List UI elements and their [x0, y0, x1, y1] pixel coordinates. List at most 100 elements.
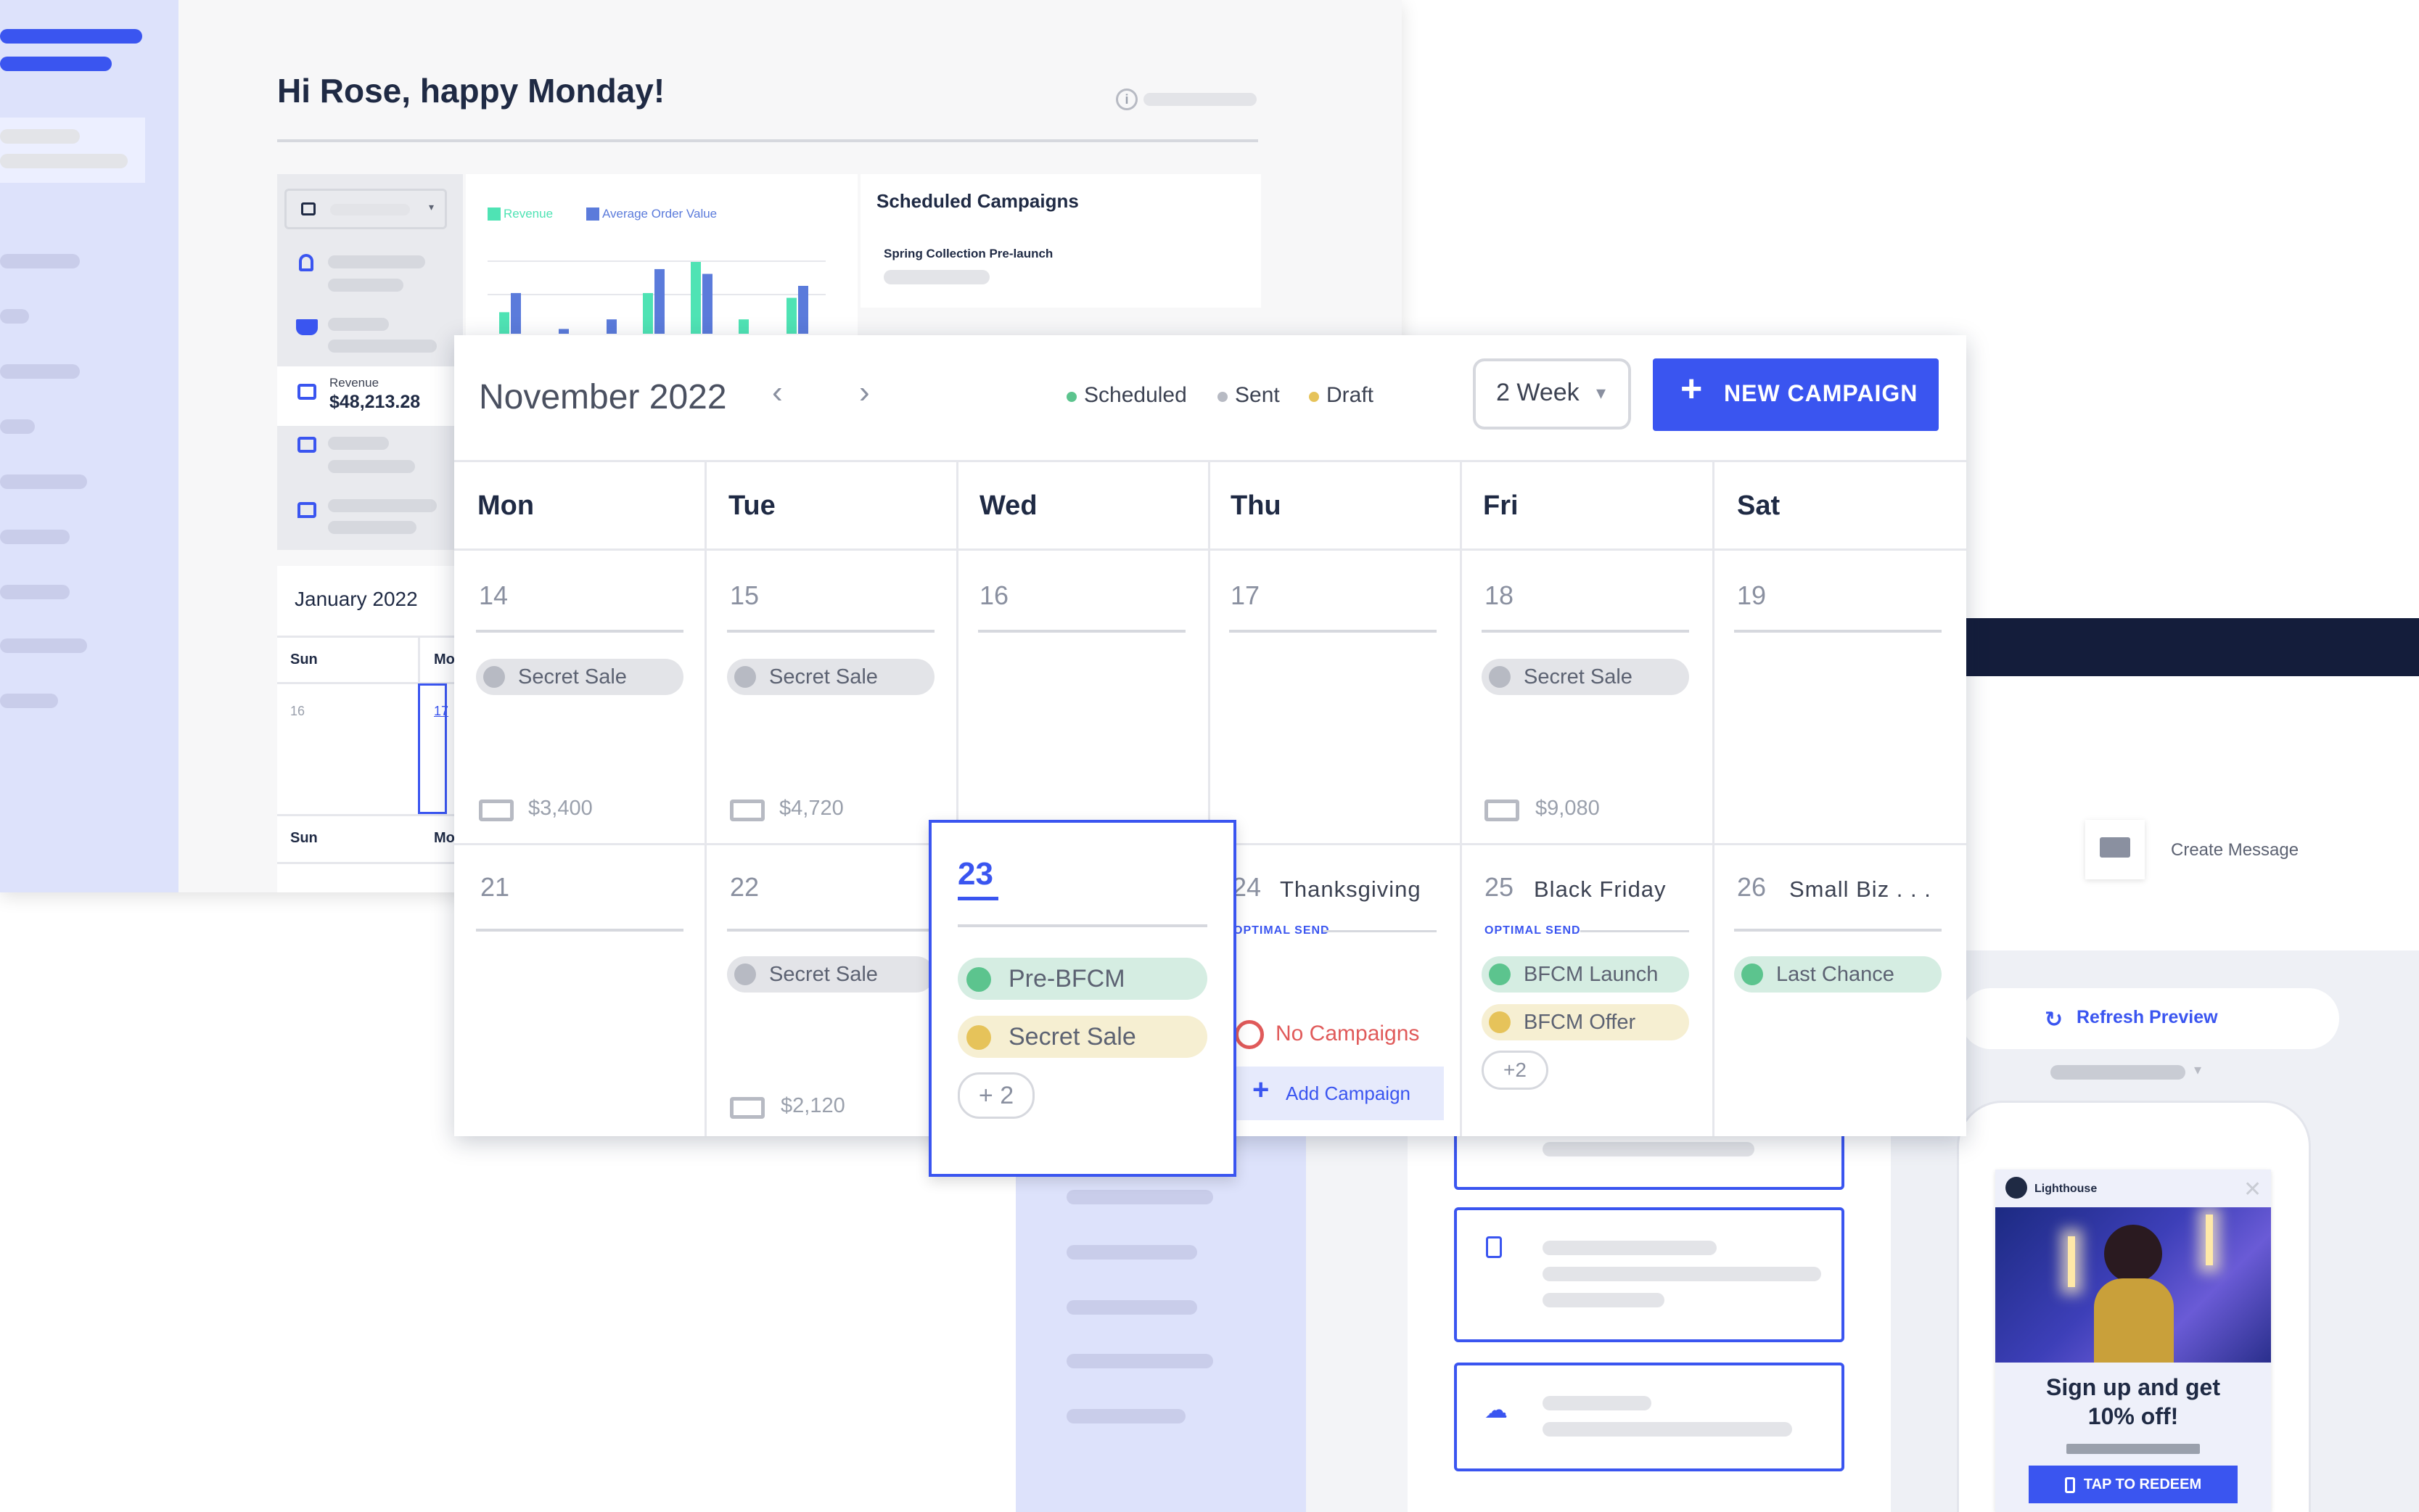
device-select[interactable]: [2050, 1065, 2185, 1080]
campaign-pill-scheduled[interactable]: BFCM Launch: [1482, 956, 1689, 993]
refresh-preview-label[interactable]: Refresh Preview: [2077, 1007, 2218, 1028]
day-number[interactable]: 15: [730, 580, 759, 611]
campaign-label: Secret Sale: [769, 963, 878, 986]
date-range-select[interactable]: ▾: [284, 189, 447, 229]
campaign-pill-sent[interactable]: Secret Sale: [727, 659, 935, 695]
basket-icon: [296, 319, 318, 335]
day-header-mon: Mon: [477, 490, 535, 521]
legend-draft: Draft: [1326, 383, 1374, 407]
day-number[interactable]: 24: [1232, 872, 1261, 903]
more-campaigns-badge[interactable]: +2: [1482, 1051, 1548, 1090]
calendar-icon: [301, 202, 316, 215]
campaign-label: BFCM Offer: [1524, 1011, 1636, 1034]
campaign-pill-sent[interactable]: Secret Sale: [1482, 659, 1689, 695]
day-number[interactable]: 19: [1737, 580, 1766, 611]
sidebar-item[interactable]: [1067, 1300, 1197, 1315]
chevron-down-icon[interactable]: ▾: [1596, 382, 1606, 404]
person-body: [2094, 1278, 2174, 1363]
day-number[interactable]: 16: [979, 580, 1009, 611]
cash-icon: [297, 384, 316, 400]
sidebar-item[interactable]: [0, 694, 58, 708]
mini-calendar-title: January 2022: [295, 588, 418, 610]
day-number[interactable]: 22: [730, 872, 759, 903]
scheduled-campaign-item[interactable]: Spring Collection Pre-launch: [884, 247, 1053, 261]
bar-revenue: [499, 312, 509, 334]
info-icon[interactable]: i: [1116, 89, 1138, 110]
day-header-thu: Thu: [1231, 490, 1281, 521]
revenue-bar-chart: [488, 260, 826, 334]
new-campaign-label[interactable]: NEW CAMPAIGN: [1724, 380, 1918, 407]
sidebar-item[interactable]: [1067, 1190, 1213, 1204]
campaign-pill-sent[interactable]: Secret Sale: [727, 956, 935, 993]
campaign-label: BFCM Launch: [1524, 963, 1659, 986]
selected-day-underline: [958, 897, 998, 900]
selected-day-number[interactable]: 23: [958, 856, 993, 892]
bar-revenue: [787, 297, 797, 334]
sidebar-item[interactable]: [0, 638, 87, 653]
more-campaigns-badge[interactable]: + 2: [958, 1072, 1035, 1119]
day-number[interactable]: 18: [1484, 580, 1514, 611]
bar-aov: [559, 329, 569, 334]
campaign-pill-sent[interactable]: Secret Sale: [476, 659, 683, 695]
plus-icon[interactable]: +: [1680, 370, 1702, 408]
campaign-label: Secret Sale: [518, 665, 627, 689]
sparkler-right: [2206, 1215, 2213, 1265]
add-campaign-label[interactable]: Add Campaign: [1286, 1082, 1410, 1105]
grid-line: [1460, 460, 1462, 1136]
day-number[interactable]: 21: [480, 872, 509, 903]
mini-calendar-date[interactable]: 17: [434, 704, 448, 719]
chevron-left-icon[interactable]: ‹: [772, 374, 783, 411]
campaign-label: Last Chance: [1776, 963, 1894, 986]
sidebar-item[interactable]: [0, 474, 87, 489]
divider: [958, 924, 1207, 927]
bar-revenue: [643, 292, 653, 334]
sidebar-item[interactable]: [1067, 1354, 1213, 1368]
grid-line: [454, 460, 1966, 462]
mini-calendar-day: Mo: [434, 652, 455, 667]
close-icon[interactable]: ✕: [2243, 1177, 2262, 1202]
day-number[interactable]: 25: [1484, 872, 1514, 903]
flow-step-card[interactable]: [1454, 1207, 1844, 1342]
sidebar-item[interactable]: [0, 254, 80, 268]
dashboard-sidebar: [0, 0, 178, 892]
bar-aov: [702, 274, 712, 334]
sidebar-item[interactable]: [1067, 1409, 1186, 1423]
legend-dot-sent: [1217, 392, 1228, 402]
mini-calendar-date[interactable]: 16: [290, 704, 305, 719]
brand-logo-icon: [2005, 1177, 2027, 1199]
day-number[interactable]: 14: [479, 580, 508, 611]
create-message-button[interactable]: [2085, 820, 2145, 879]
legend-dot-draft: [1309, 392, 1319, 402]
chevron-down-icon[interactable]: ▾: [2194, 1061, 2201, 1079]
day-number[interactable]: 26: [1737, 872, 1766, 903]
sidebar-item[interactable]: [0, 419, 35, 434]
redeem-button[interactable]: TAP TO REDEEM: [2029, 1466, 2238, 1503]
create-message-label[interactable]: Create Message: [2171, 840, 2299, 860]
divider: [277, 139, 1258, 142]
flow-step-card[interactable]: ☁: [1454, 1363, 1844, 1471]
campaign-label: Secret Sale: [769, 665, 878, 689]
campaign-pill-scheduled[interactable]: Last Chance: [1734, 956, 1942, 993]
holiday-title: Black Friday: [1534, 876, 1667, 902]
placeholder-text: [884, 270, 990, 284]
no-campaigns-icon: [1235, 1020, 1264, 1049]
campaign-pill-draft[interactable]: Secret Sale: [958, 1016, 1207, 1058]
campaign-pill-scheduled[interactable]: Pre-BFCM: [958, 958, 1207, 1000]
sidebar-active-item[interactable]: [0, 118, 145, 183]
day-number[interactable]: 17: [1231, 580, 1260, 611]
campaign-pill-draft[interactable]: BFCM Offer: [1482, 1004, 1689, 1040]
plus-icon[interactable]: +: [1252, 1074, 1269, 1106]
sidebar-item[interactable]: [1067, 1245, 1197, 1260]
sidebar-item[interactable]: [0, 585, 70, 599]
legend-scheduled: Scheduled: [1084, 383, 1187, 407]
sidebar-item[interactable]: [0, 364, 80, 379]
campaign-label: Pre-BFCM: [1009, 965, 1125, 993]
sidebar-item[interactable]: [0, 530, 70, 544]
optimal-send-label: OPTIMAL SEND: [1233, 924, 1330, 937]
cash-icon: [297, 437, 316, 453]
day-header-tue: Tue: [728, 490, 776, 521]
sidebar-item[interactable]: [0, 309, 29, 324]
view-range-label[interactable]: 2 Week: [1496, 379, 1580, 407]
mini-calendar-selected[interactable]: [418, 683, 447, 814]
chevron-right-icon[interactable]: ›: [859, 374, 870, 411]
